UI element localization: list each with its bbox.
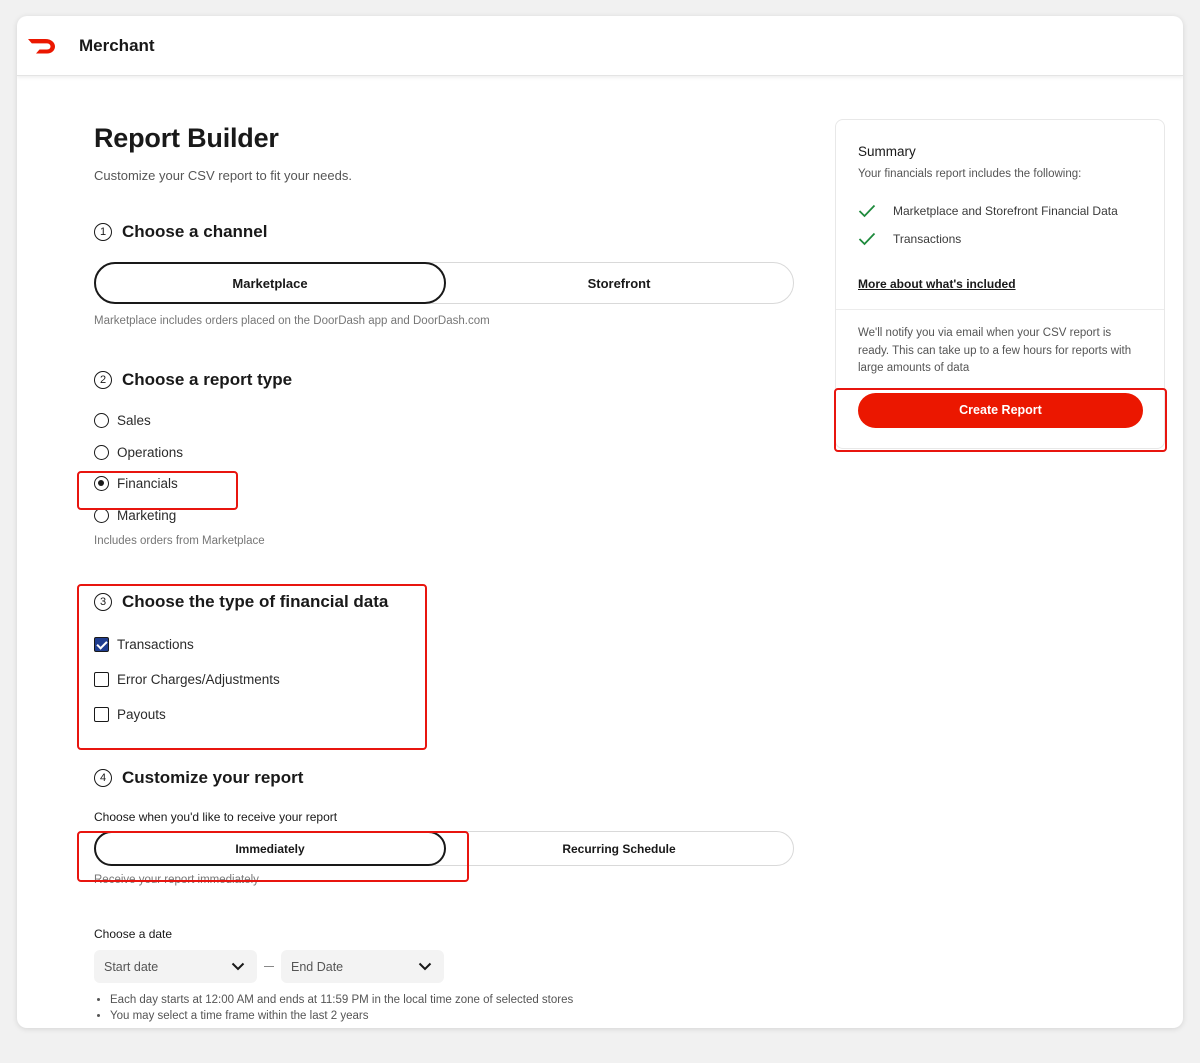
checkbox-option-transactions[interactable]: Transactions	[94, 627, 794, 662]
financial-data-checkbox-group: Transactions Error Charges/Adjustments P…	[94, 627, 794, 732]
checkbox-option-error-charges[interactable]: Error Charges/Adjustments	[94, 662, 794, 697]
page-title: Report Builder	[94, 123, 279, 153]
step-number: 3	[94, 593, 112, 611]
radio-button[interactable]	[94, 413, 109, 429]
date-notes: Each day starts at 12:00 AM and ends at …	[94, 994, 794, 1022]
radio-button[interactable]	[94, 444, 109, 460]
chevron-down-icon	[418, 960, 432, 974]
summary-title: Summary	[858, 144, 916, 159]
channel-option-storefront[interactable]: Storefront	[445, 263, 793, 303]
report-type-radio-group: Sales Operations Financials Marketing	[94, 405, 794, 531]
summary-panel: Summary Your financials report includes …	[835, 119, 1165, 449]
radio-label: Marketing	[117, 507, 177, 523]
radio-option-financials[interactable]: Financials	[94, 468, 794, 500]
date-note: You may select a time frame within the l…	[110, 1010, 794, 1022]
section-customize-label: Customize your report	[122, 768, 304, 787]
radio-label: Operations	[117, 444, 184, 460]
summary-items: Marketplace and Storefront Financial Dat…	[858, 197, 1142, 253]
step-number: 1	[94, 223, 112, 241]
checkbox[interactable]	[94, 707, 109, 722]
summary-divider	[836, 309, 1164, 310]
end-date-placeholder: End Date	[291, 959, 344, 974]
notify-text: We'll notify you via email when your CSV…	[858, 327, 1132, 374]
app-window: Merchant Report Builder Customize your C…	[17, 16, 1183, 1028]
receive-toggle: Immediately Recurring Schedule	[94, 831, 794, 866]
top-bar: Merchant	[17, 16, 1183, 76]
section-channel-label: Choose a channel	[122, 222, 268, 241]
checkbox-checked[interactable]	[94, 637, 109, 652]
radio-option-sales[interactable]: Sales	[94, 405, 794, 437]
date-note: Each day starts at 12:00 AM and ends at …	[110, 994, 794, 1006]
radio-label: Sales	[117, 413, 151, 429]
channel-option-marketplace[interactable]: Marketplace	[94, 262, 446, 304]
section-financial-data-label: Choose the type of financial data	[122, 592, 389, 611]
channel-help-text: Marketplace includes orders placed on th…	[94, 315, 490, 327]
checkbox-label: Payouts	[117, 707, 166, 722]
section-financial-data-title: 3 Choose the type of financial data	[94, 592, 794, 612]
channel-toggle: Marketplace Storefront	[94, 262, 794, 304]
step-number: 4	[94, 769, 112, 787]
receive-help-text: Receive your report immediately	[94, 874, 259, 886]
summary-item: Marketplace and Storefront Financial Dat…	[858, 197, 1142, 225]
step-number: 2	[94, 371, 112, 389]
chevron-down-icon	[231, 960, 245, 974]
section-report-type-label: Choose a report type	[122, 370, 293, 389]
checkbox-option-payouts[interactable]: Payouts	[94, 697, 794, 732]
summary-item: Transactions	[858, 225, 1142, 253]
report-builder-form: Report Builder Customize your CSV report…	[94, 123, 794, 1026]
start-date-select[interactable]: Start date	[94, 950, 257, 983]
page-subtitle: Customize your CSV report to fit your ne…	[94, 168, 352, 183]
radio-option-marketing[interactable]: Marketing	[94, 500, 794, 532]
more-info-link[interactable]: More about what's included	[858, 277, 1016, 291]
section-channel-title: 1 Choose a channel	[94, 222, 794, 242]
check-icon	[858, 232, 878, 246]
radio-label: Financials	[117, 476, 178, 492]
radio-button[interactable]	[94, 507, 109, 523]
receive-option-immediately[interactable]: Immediately	[94, 831, 446, 866]
summary-item-label: Transactions	[893, 232, 962, 246]
brand-name: Merchant	[79, 35, 155, 55]
check-icon	[858, 204, 878, 218]
create-report-button[interactable]: Create Report	[858, 392, 1143, 428]
summary-subtitle: Your financials report includes the foll…	[858, 168, 1082, 180]
radio-button-selected[interactable]	[94, 476, 109, 492]
summary-item-label: Marketplace and Storefront Financial Dat…	[893, 204, 1118, 218]
report-type-help-text: Includes orders from Marketplace	[94, 535, 265, 547]
receive-option-recurring[interactable]: Recurring Schedule	[445, 832, 793, 865]
end-date-select[interactable]: End Date	[281, 950, 444, 983]
doordash-logo-icon[interactable]	[27, 36, 57, 56]
date-range: Start date End Date	[94, 950, 794, 983]
date-separator	[264, 966, 274, 967]
date-label: Choose a date	[94, 927, 173, 941]
section-report-type-title: 2 Choose a report type	[94, 370, 794, 390]
checkbox-label: Transactions	[117, 637, 194, 652]
section-customize-title: 4 Customize your report	[94, 768, 794, 788]
checkbox-label: Error Charges/Adjustments	[117, 672, 280, 687]
start-date-placeholder: Start date	[104, 959, 159, 974]
checkbox[interactable]	[94, 672, 109, 687]
receive-label: Choose when you'd like to receive your r…	[94, 810, 338, 824]
radio-option-operations[interactable]: Operations	[94, 437, 794, 469]
